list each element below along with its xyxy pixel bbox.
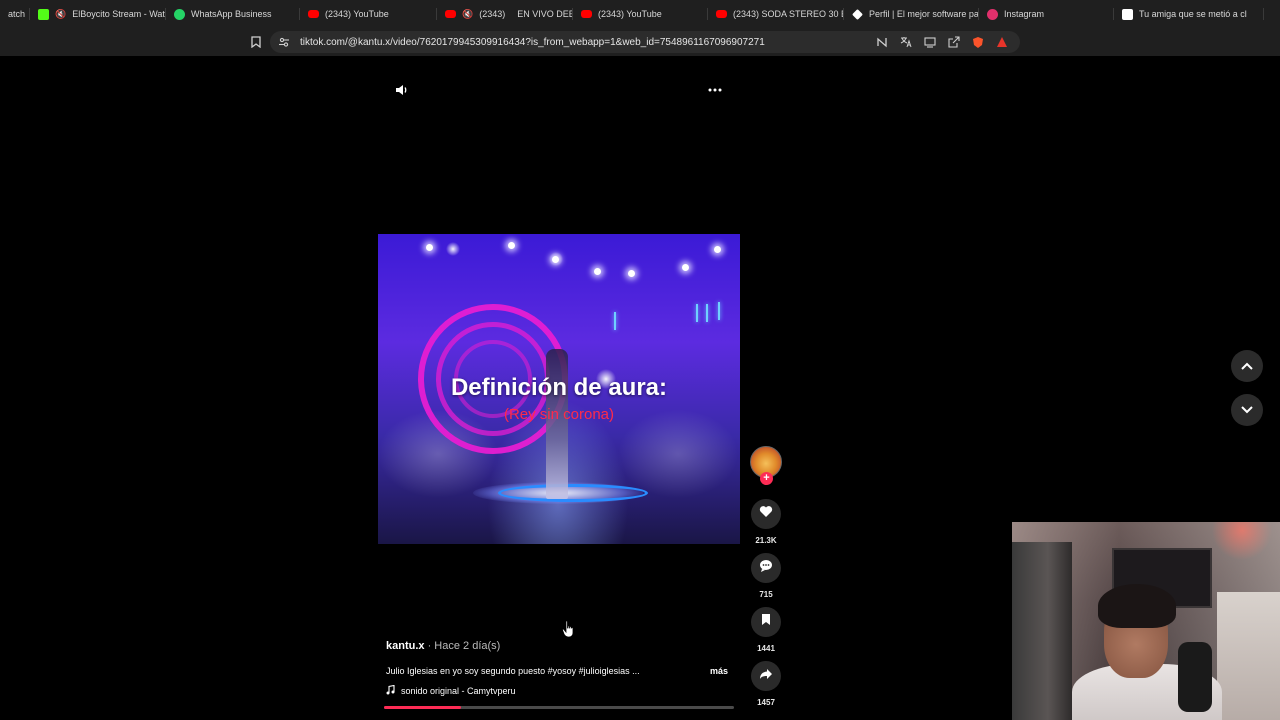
browser-tab[interactable]: atch — [0, 0, 30, 28]
stage-light — [718, 302, 720, 320]
tab-divider — [1263, 8, 1264, 20]
performer-silhouette — [546, 349, 568, 499]
browser-tab[interactable]: WhatsApp Business — [166, 0, 300, 28]
chevron-down-icon — [1241, 401, 1253, 419]
sound-label: sonido original - Camytvperu — [401, 686, 516, 696]
heart-icon — [759, 505, 773, 523]
sound-link[interactable]: sonido original - Camytvperu — [386, 684, 516, 697]
brave-shields-icon[interactable] — [970, 34, 986, 50]
tab-title: atch — [8, 9, 26, 19]
muted-tab-icon[interactable]: 🔇 — [462, 9, 473, 20]
muted-tab-icon[interactable]: 🔇 — [55, 9, 66, 20]
next-video-button[interactable] — [1231, 394, 1263, 426]
browser-tab[interactable]: 🔇 (2343) EN VIVO DEB — [437, 0, 573, 28]
separator: · — [424, 640, 435, 652]
stage-light — [682, 264, 689, 271]
diamond-icon — [852, 8, 863, 20]
url-text[interactable]: tiktok.com/@kantu.x/video/76201799453099… — [300, 37, 860, 48]
tab-title-suffix: EN VIVO DEB — [517, 9, 573, 19]
browser-tab[interactable]: (2343) YouTube — [300, 0, 437, 28]
chevron-up-icon — [1241, 357, 1253, 375]
cast-icon[interactable] — [922, 34, 938, 50]
tab-title: (2343) SODA STEREO 30 ÉX — [733, 9, 844, 19]
volume-icon[interactable] — [392, 80, 412, 100]
tab-title: (2343) — [479, 9, 506, 19]
comment-count: 715 — [759, 590, 773, 599]
tab-title: Perfil | El mejor software pa — [869, 9, 979, 19]
stage-light — [594, 268, 601, 275]
url-field[interactable]: tiktok.com/@kantu.x/video/76201799453099… — [270, 31, 1020, 53]
whatsapp-icon — [174, 8, 185, 20]
browser-tab[interactable]: Perfil | El mejor software pa — [844, 0, 979, 28]
youtube-icon — [581, 10, 592, 18]
tiktok-icon — [1122, 8, 1133, 20]
instagram-icon — [987, 8, 998, 20]
video-frame[interactable]: Definición de aura: (Rey sin corona) — [378, 234, 740, 544]
youtube-icon — [716, 10, 727, 18]
hand-cursor-icon — [562, 620, 574, 638]
browser-tab[interactable]: 🔇 ElBoycito Stream - Wat — [30, 0, 166, 28]
post-description: Julio Iglesias en yo soy segundo puesto … — [386, 666, 640, 676]
youtube-icon — [308, 10, 319, 18]
comment-button[interactable] — [751, 553, 781, 583]
browser-tab[interactable]: Instagram — [979, 0, 1114, 28]
author-avatar-wrap[interactable]: + — [750, 446, 782, 485]
video-progress-fill — [384, 706, 461, 709]
save-button[interactable] — [751, 607, 781, 637]
browser-tab-strip: atch 🔇 ElBoycito Stream - Wat WhatsApp Busi… — [0, 0, 1280, 28]
stage-light — [628, 270, 635, 277]
browser-tab[interactable]: Tu amiga que se metió a cl — [1114, 0, 1264, 28]
music-note-icon — [386, 684, 395, 697]
stage-light — [696, 304, 698, 322]
site-settings-icon[interactable] — [278, 36, 290, 48]
follow-button[interactable]: + — [760, 472, 773, 485]
save-count: 1441 — [757, 644, 775, 653]
previous-video-button[interactable] — [1231, 350, 1263, 382]
tab-title: Instagram — [1004, 9, 1045, 19]
tab-title: (2343) YouTube — [598, 9, 662, 19]
bookmark-icon[interactable] — [248, 34, 264, 50]
webcam-clothes-rack — [1012, 542, 1072, 720]
tracking-off-icon[interactable] — [874, 34, 890, 50]
youtube-icon — [445, 10, 456, 18]
stage-light — [426, 244, 433, 251]
post-time: Hace 2 día(s) — [434, 640, 501, 652]
browser-tab[interactable]: (2343) SODA STEREO 30 ÉX — [708, 0, 844, 28]
stage-light — [614, 312, 616, 330]
video-caption-title: Definición de aura: — [450, 374, 668, 401]
bookmark-icon — [761, 613, 771, 631]
webcam-microphone — [1178, 642, 1212, 712]
address-bar: tiktok.com/@kantu.x/video/76201799453099… — [0, 28, 1280, 56]
like-button[interactable] — [751, 499, 781, 529]
stage-light — [714, 246, 721, 253]
stage-light — [552, 256, 559, 263]
share-page-icon[interactable] — [946, 34, 962, 50]
share-button[interactable] — [751, 661, 781, 691]
video-player[interactable]: Definición de aura: (Rey sin corona) kan… — [378, 60, 740, 720]
tab-title: (2343) YouTube — [325, 9, 389, 19]
brave-rewards-icon[interactable] — [994, 34, 1010, 50]
translate-icon[interactable] — [898, 34, 914, 50]
browser-tab[interactable]: (2343) YouTube — [573, 0, 708, 28]
tab-title: Tu amiga que se metió a cl — [1139, 9, 1247, 19]
like-count: 21.3K — [755, 536, 777, 545]
webcam-shelf — [1217, 592, 1280, 720]
share-arrow-icon — [759, 667, 773, 685]
author-line: kantu.x · Hace 2 día(s) — [386, 640, 500, 652]
more-options-icon[interactable] — [704, 80, 726, 100]
tab-title: WhatsApp Business — [191, 9, 272, 19]
comment-icon — [759, 559, 773, 577]
stage-light — [508, 242, 515, 249]
video-progress-bar[interactable] — [384, 706, 734, 709]
tab-title: ElBoycito Stream - Wat — [72, 9, 165, 19]
stage-floor-ring — [498, 484, 648, 502]
share-count: 1457 — [757, 698, 775, 707]
webcam-person-hair — [1098, 584, 1176, 628]
author-name[interactable]: kantu.x — [386, 640, 425, 652]
kick-icon — [38, 8, 49, 20]
video-caption-subtitle: (Rey sin corona) — [503, 406, 615, 423]
webcam-overlay — [1012, 522, 1280, 720]
stage-light — [706, 304, 708, 322]
description-more-link[interactable]: más — [710, 666, 728, 676]
